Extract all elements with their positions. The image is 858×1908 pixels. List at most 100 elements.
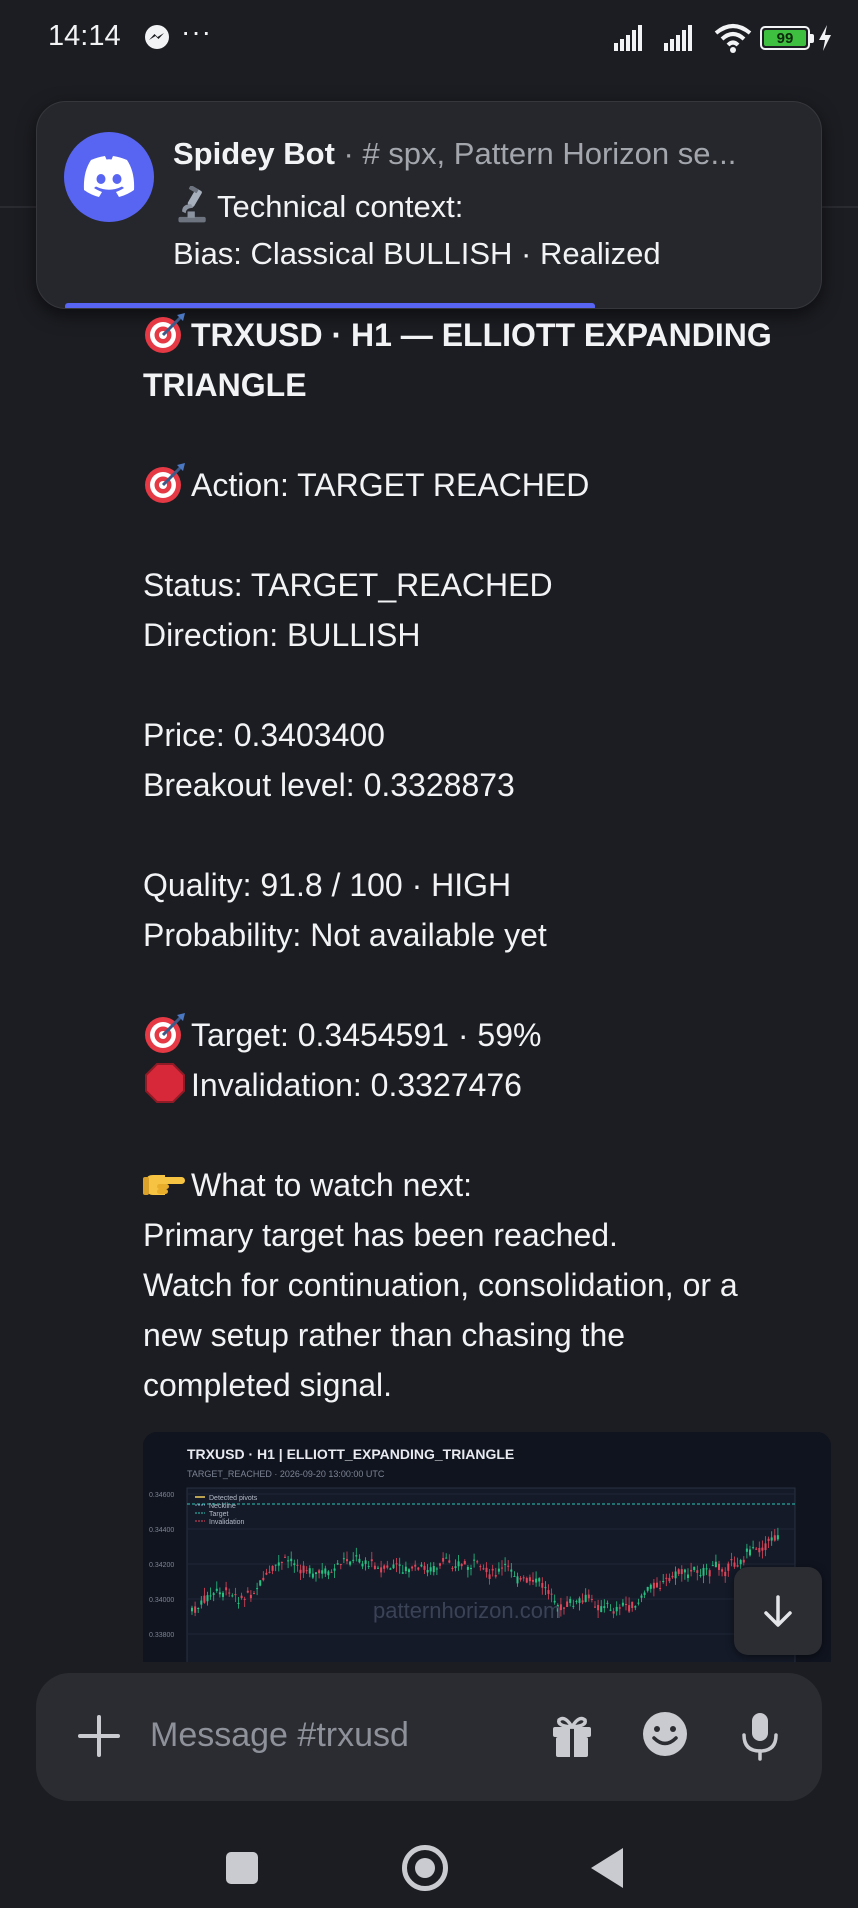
candle-body <box>708 1570 711 1577</box>
status-bar: 14:14 ··· 99 <box>0 0 858 78</box>
candle-body <box>271 1565 274 1571</box>
jump-to-present-button[interactable] <box>734 1567 822 1655</box>
candle-body <box>714 1561 717 1568</box>
push-notification[interactable]: Spidey Bot · # spx, Pattern Horizon se..… <box>36 101 822 309</box>
candle-body <box>603 1606 606 1609</box>
candle-body <box>485 1567 488 1573</box>
candle-body <box>513 1575 516 1577</box>
candle-body <box>212 1593 215 1595</box>
candle-body <box>349 1561 352 1565</box>
candle-body <box>429 1567 432 1572</box>
candle-body <box>758 1547 761 1553</box>
chart-watermark: patternhorizon.com <box>373 1598 561 1623</box>
candle-body <box>451 1567 454 1569</box>
stop-sign-icon <box>145 1063 185 1103</box>
message-watch-line: Watch for continuation, consolidation, o… <box>143 1267 738 1303</box>
candle-body <box>346 1559 348 1562</box>
message-watch-heading: What to watch next: <box>143 1160 833 1210</box>
message-input[interactable] <box>150 1703 450 1767</box>
candle-body <box>745 1548 748 1552</box>
candle-body <box>355 1555 358 1557</box>
candle-body <box>687 1574 689 1579</box>
candle-body <box>352 1559 355 1561</box>
candle-body <box>752 1547 755 1549</box>
candle-body <box>634 1606 637 1608</box>
candle-body <box>473 1559 476 1561</box>
candle-body <box>358 1558 361 1563</box>
candle-body <box>265 1572 268 1575</box>
candle-body <box>339 1564 342 1566</box>
candle-body <box>336 1563 339 1565</box>
chart-image: TRXUSD · H1 | ELLIOTT_EXPANDING_TRIANGLE… <box>143 1432 831 1682</box>
candle-body <box>671 1575 674 1578</box>
chart-image-attachment[interactable]: TRXUSD · H1 | ELLIOTT_EXPANDING_TRIANGLE… <box>143 1432 831 1682</box>
candle-body <box>656 1582 658 1588</box>
wifi-icon <box>714 24 752 53</box>
candle-body <box>321 1570 324 1574</box>
candle-body <box>463 1561 466 1565</box>
candle-body <box>442 1558 445 1562</box>
discord-screen: 14:14 ··· 99 Spidey Bot · # spx, Pattern… <box>0 0 858 1908</box>
candle-body <box>482 1568 485 1570</box>
candle-body <box>228 1592 231 1594</box>
candle-body <box>194 1606 197 1613</box>
candle-body <box>439 1563 441 1566</box>
candle-body <box>395 1563 398 1565</box>
candle-body <box>414 1564 417 1567</box>
candle-body <box>423 1565 426 1570</box>
candle-body <box>600 1606 603 1613</box>
candle-body <box>290 1558 293 1562</box>
candle-body <box>581 1600 584 1603</box>
candle-body <box>243 1598 246 1600</box>
candle-body <box>550 1593 553 1595</box>
candle-body <box>544 1587 547 1589</box>
message-watch-heading-text: What to watch next: <box>191 1167 473 1203</box>
plus-icon[interactable] <box>74 1711 124 1761</box>
notification-line3: Bias: Classical BULLISH · Realized <box>173 236 661 271</box>
emoji-icon[interactable] <box>640 1709 690 1759</box>
candle-body <box>721 1569 724 1572</box>
candle-body <box>460 1563 463 1567</box>
candle-body <box>739 1560 742 1565</box>
candle-body <box>696 1570 699 1573</box>
candle-body <box>476 1561 479 1563</box>
candle-body <box>776 1535 779 1540</box>
pointing-hand-icon <box>143 1175 185 1195</box>
candle-body <box>606 1602 609 1604</box>
candle-body <box>417 1567 420 1570</box>
candle-body <box>200 1600 203 1605</box>
candle-body <box>318 1570 321 1574</box>
home-icon[interactable] <box>402 1845 448 1891</box>
candle-body <box>373 1565 376 1570</box>
candle-body <box>528 1577 531 1582</box>
candle-body <box>597 1605 600 1611</box>
candle-body <box>525 1577 528 1583</box>
candle-body <box>342 1558 345 1560</box>
candle-body <box>742 1559 745 1563</box>
candle-body <box>237 1602 240 1604</box>
candle-body <box>249 1594 252 1599</box>
notification-title: Spidey Bot · # spx, Pattern Horizon se..… <box>173 136 803 172</box>
gift-icon[interactable] <box>547 1711 597 1761</box>
candle-body <box>612 1611 615 1614</box>
candle-body <box>736 1565 739 1567</box>
candle-body <box>646 1586 649 1591</box>
candle-body <box>590 1598 593 1600</box>
legend-entry: Neckline <box>209 1503 236 1510</box>
candle-body <box>280 1562 283 1564</box>
message-watch-line: new setup rather than chasing the <box>143 1317 626 1353</box>
back-icon[interactable] <box>591 1848 623 1888</box>
candle-body <box>311 1573 314 1578</box>
message-watch-line: Primary target has been reached. <box>143 1217 618 1253</box>
candle-body <box>491 1568 494 1571</box>
recents-icon[interactable] <box>226 1852 258 1884</box>
discord-icon <box>64 132 154 222</box>
candle-body <box>315 1572 317 1575</box>
candle-body <box>621 1602 624 1606</box>
microphone-icon[interactable] <box>735 1709 785 1763</box>
candle-body <box>566 1601 569 1607</box>
candle-body <box>665 1577 668 1579</box>
y-tick-label: 0.34200 <box>149 1562 174 1569</box>
message-status: Status: TARGET_REACHED <box>143 567 553 603</box>
candle-body <box>702 1567 705 1576</box>
